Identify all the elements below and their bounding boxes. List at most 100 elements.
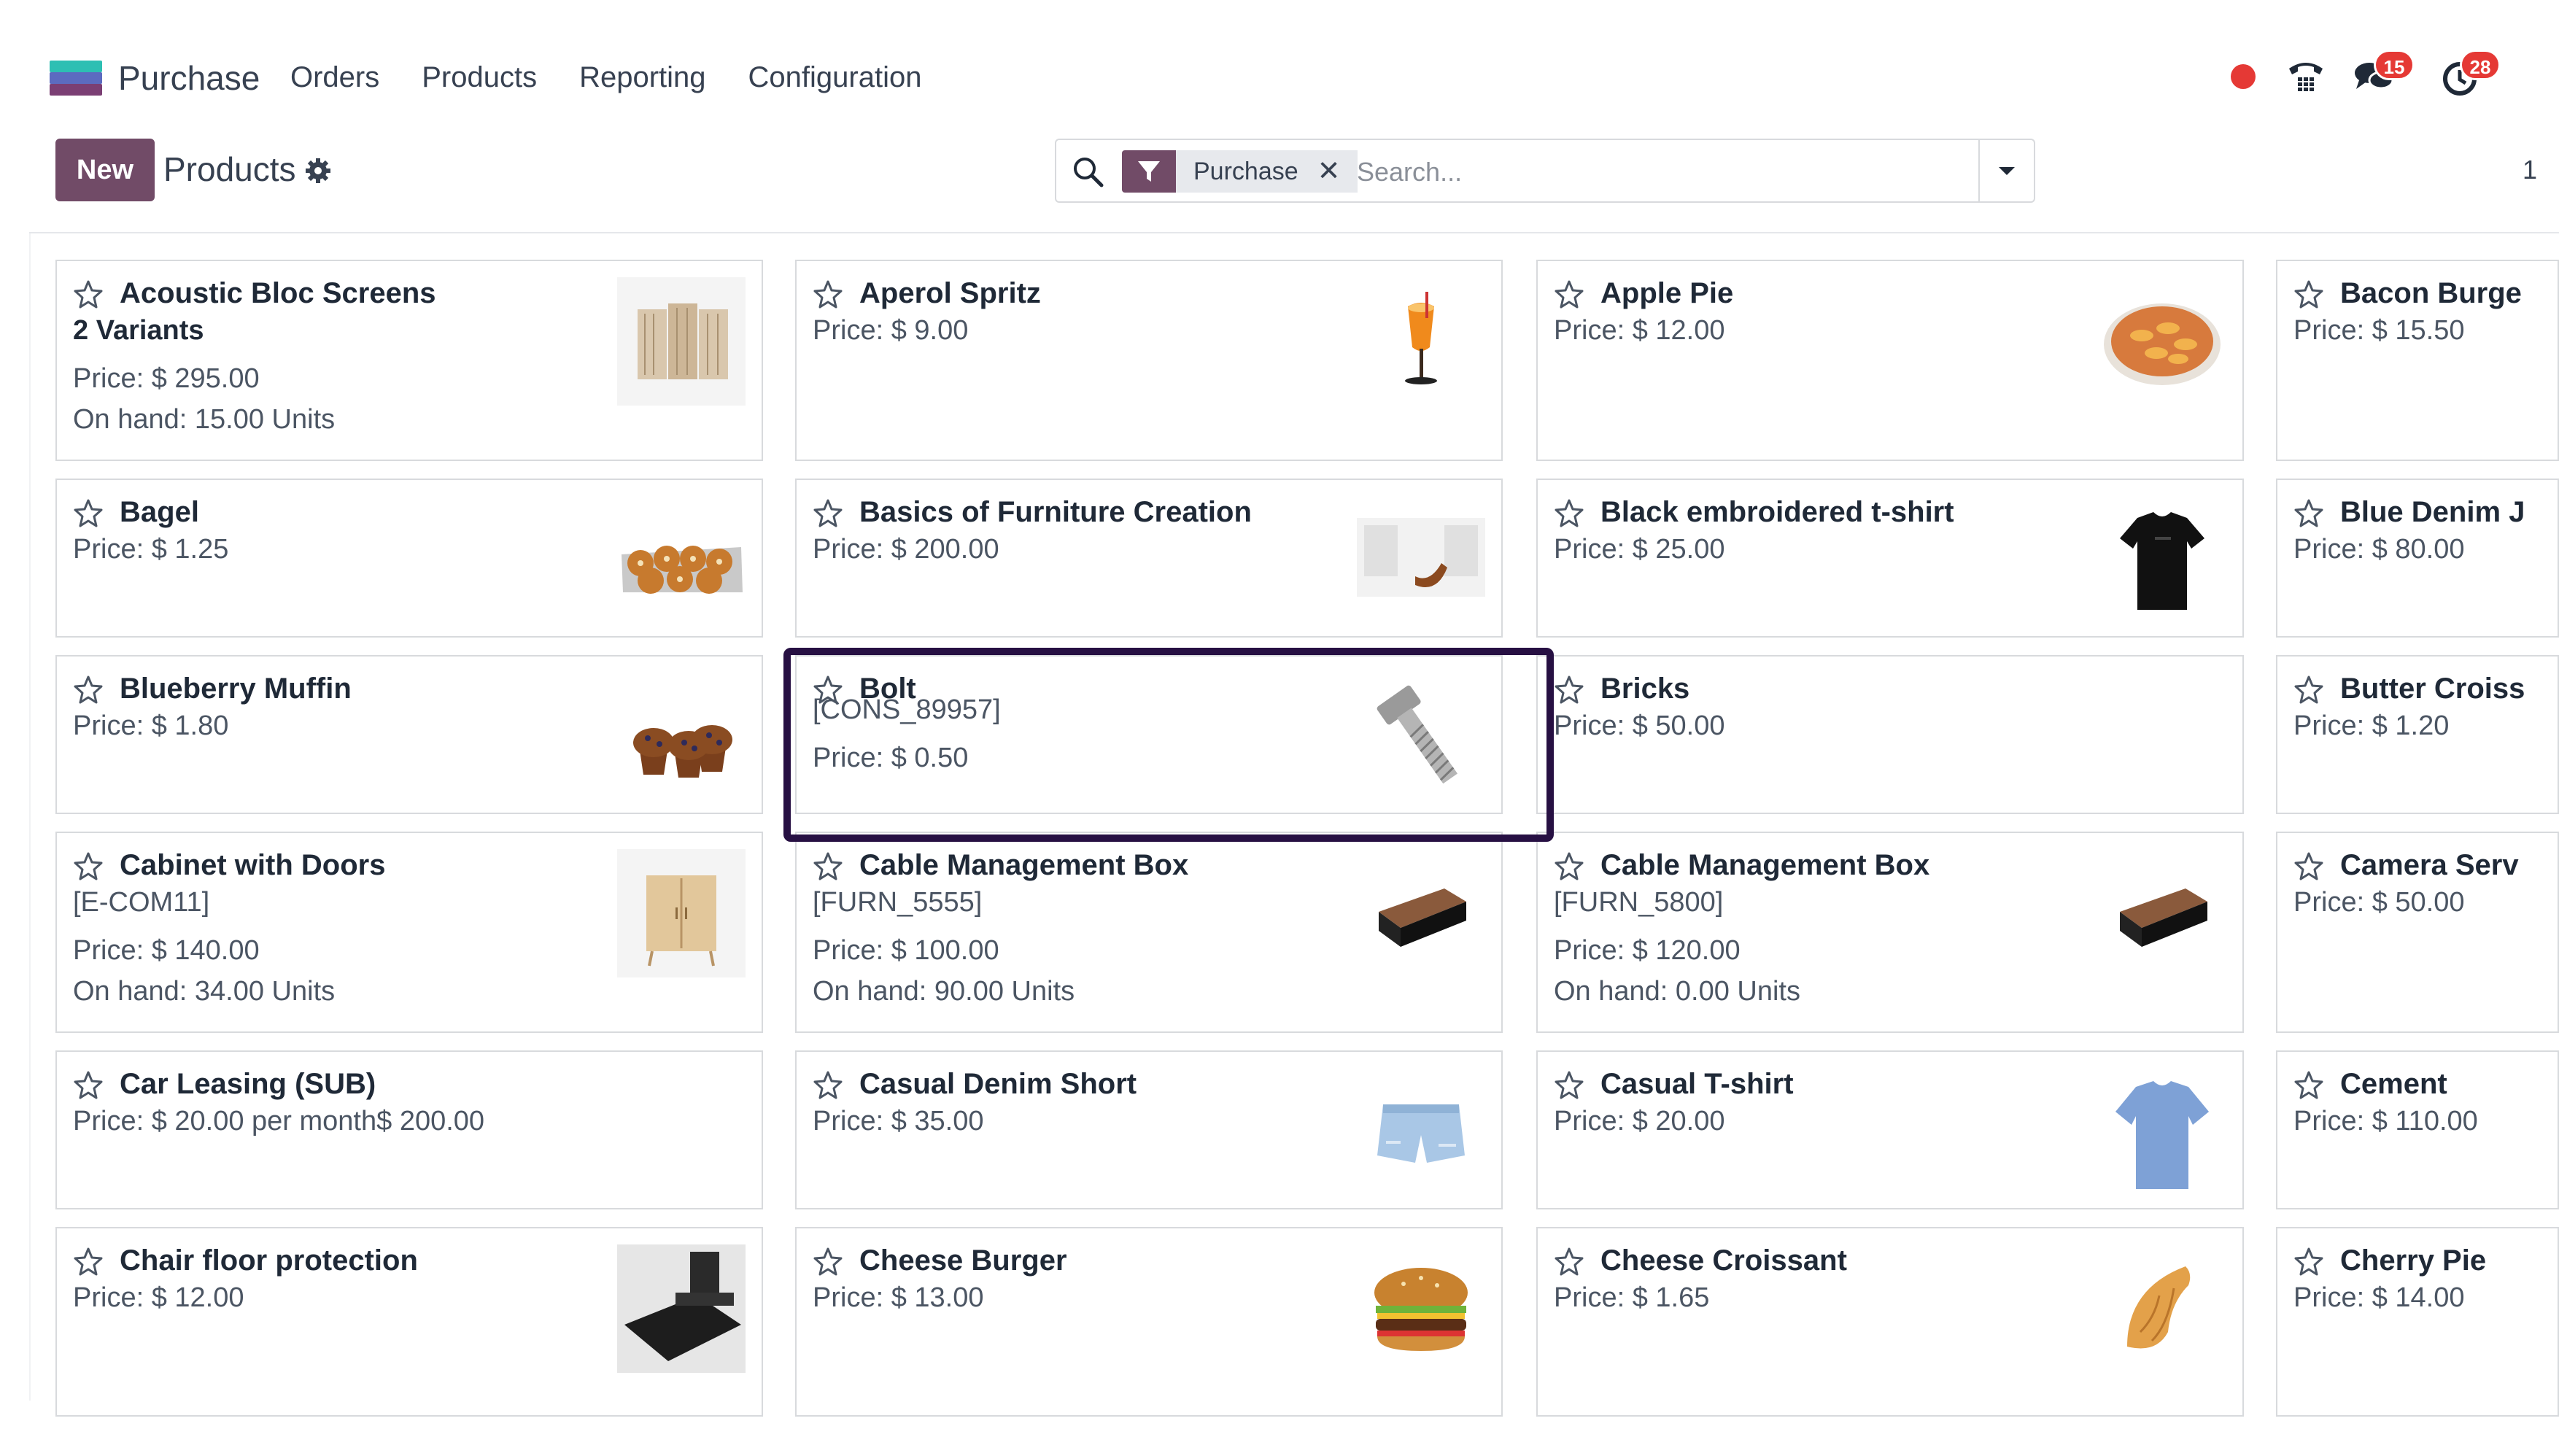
caret-down-icon — [1999, 167, 2015, 175]
product-name: Casual T-shirt — [1600, 1068, 1794, 1100]
product-card[interactable]: Chair floor protection Price: $ 12.00 — [55, 1227, 763, 1417]
selection-highlight — [783, 648, 1554, 842]
new-button[interactable]: New — [55, 139, 155, 201]
product-name: Bagel — [120, 496, 199, 528]
product-card[interactable]: Cherry Pie Price: $ 14.00 — [2276, 1227, 2559, 1417]
product-price: Price: $ 140.00 — [73, 935, 260, 966]
favorite-star-icon[interactable] — [73, 1246, 104, 1277]
favorite-star-icon[interactable] — [73, 851, 104, 881]
denim-short-image — [1377, 1104, 1465, 1163]
recording-indicator[interactable] — [2231, 64, 2256, 89]
search-icon[interactable] — [1071, 155, 1104, 188]
product-price: Price: $ 80.00 — [2293, 534, 2465, 565]
favorite-star-icon[interactable] — [2293, 279, 2324, 309]
product-price: Price: $ 12.00 — [1554, 315, 1725, 346]
product-card[interactable]: Aperol Spritz Price: $ 9.00 — [795, 260, 1503, 461]
favorite-star-icon[interactable] — [813, 1069, 843, 1100]
favorite-star-icon[interactable] — [73, 674, 104, 705]
favorite-star-icon[interactable] — [813, 497, 843, 528]
favorite-star-icon[interactable] — [813, 1246, 843, 1277]
product-name: Cherry Pie — [2340, 1244, 2487, 1277]
product-name: Blueberry Muffin — [120, 673, 352, 705]
page-title: Products — [163, 150, 296, 188]
product-card[interactable]: Apple Pie Price: $ 12.00 — [1536, 260, 2244, 461]
product-name: Apple Pie — [1600, 277, 1734, 309]
product-card[interactable]: Car Leasing (SUB) Price: $ 20.00 per mont… — [55, 1050, 763, 1209]
favorite-star-icon[interactable] — [73, 497, 104, 528]
product-name: Acoustic Bloc Screens — [120, 277, 436, 309]
product-card[interactable]: Cement Price: $ 110.00 — [2276, 1050, 2559, 1209]
blue-tshirt-image — [2115, 1081, 2209, 1189]
product-card[interactable]: Bagel Price: $ 1.25 — [55, 479, 763, 638]
product-price: Price: $ 200.00 — [813, 534, 999, 565]
product-card[interactable]: Cable Management Box [FURN_5555] Price: $ … — [795, 832, 1503, 1033]
menu-products[interactable]: Products — [422, 61, 537, 94]
menu-reporting[interactable]: Reporting — [579, 61, 705, 94]
product-card[interactable]: Cabinet with Doors [E-COM11] Price: $ 140.… — [55, 832, 763, 1033]
favorite-star-icon[interactable] — [813, 851, 843, 881]
cocktail-image — [1405, 292, 1437, 384]
favorite-star-icon[interactable] — [2293, 674, 2324, 705]
phone-icon[interactable] — [2286, 58, 2326, 95]
search-input[interactable] — [1357, 153, 1940, 191]
product-card[interactable]: Basics of Furniture Creation Price: $ 200… — [795, 479, 1503, 638]
product-price: Price: $ 12.00 — [73, 1282, 244, 1313]
product-card[interactable]: Cheese Croissant Price: $ 1.65 — [1536, 1227, 2244, 1417]
product-card[interactable]: Casual T-shirt Price: $ 20.00 — [1536, 1050, 2244, 1209]
activities-badge: 28 — [2460, 50, 2501, 80]
product-name: Chair floor protection — [120, 1244, 418, 1277]
product-name: Blue Denim J — [2340, 496, 2525, 528]
product-card[interactable]: Casual Denim Short Price: $ 35.00 — [795, 1050, 1503, 1209]
favorite-star-icon[interactable] — [1554, 497, 1584, 528]
product-card[interactable]: Camera Serv Price: $ 50.00 — [2276, 832, 2559, 1033]
product-card[interactable]: Blue Denim J Price: $ 80.00 — [2276, 479, 2559, 638]
product-card[interactable]: Bacon Burge Price: $ 15.50 — [2276, 260, 2559, 461]
menu-configuration[interactable]: Configuration — [748, 61, 922, 94]
favorite-star-icon[interactable] — [813, 279, 843, 309]
favorite-star-icon[interactable] — [1554, 674, 1584, 705]
facet-label: Purchase — [1193, 158, 1298, 185]
cabinet-image — [617, 849, 746, 977]
product-stock: On hand: 90.00 Units — [813, 976, 1075, 1007]
purchase-app-icon — [50, 59, 102, 97]
main-menu: Orders Products Reporting Configuration — [290, 61, 964, 94]
acoustic-screen-image — [617, 277, 746, 406]
favorite-star-icon[interactable] — [2293, 1246, 2324, 1277]
search-options-toggle[interactable] — [1978, 140, 2034, 201]
product-card[interactable]: Cheese Burger Price: $ 13.00 — [795, 1227, 1503, 1417]
menu-orders[interactable]: Orders — [290, 61, 379, 94]
favorite-star-icon[interactable] — [73, 279, 104, 309]
pager-value[interactable]: 1 — [2523, 155, 2537, 185]
product-price: Price: $ 20.00 per month$ 200.00 — [73, 1106, 485, 1136]
product-stock: On hand: 34.00 Units — [73, 976, 336, 1007]
filter-icon — [1122, 150, 1176, 193]
favorite-star-icon[interactable] — [2293, 1069, 2324, 1100]
pie-image — [2104, 303, 2221, 385]
product-price: Price: $ 1.65 — [1554, 1282, 1710, 1313]
product-name: Cheese Croissant — [1600, 1244, 1847, 1277]
favorite-star-icon[interactable] — [73, 1069, 104, 1100]
product-name: Basics of Furniture Creation — [859, 496, 1252, 528]
product-card[interactable]: Bricks Price: $ 50.00 — [1536, 655, 2244, 814]
content-edge — [29, 233, 31, 1401]
product-name: Cable Management Box — [1600, 849, 1930, 881]
product-price: Price: $ 50.00 — [1554, 710, 1725, 741]
favorite-star-icon[interactable] — [1554, 1069, 1584, 1100]
favorite-star-icon[interactable] — [1554, 851, 1584, 881]
app-brand[interactable]: Purchase — [50, 58, 260, 98]
favorite-star-icon[interactable] — [2293, 851, 2324, 881]
product-card[interactable]: Butter Croiss Price: $ 1.20 — [2276, 655, 2559, 814]
product-card[interactable]: Cable Management Box [FURN_5800] Price: $ … — [1536, 832, 2244, 1033]
product-variants: 2 Variants — [73, 315, 204, 346]
product-price: Price: $ 20.00 — [1554, 1106, 1725, 1136]
favorite-star-icon[interactable] — [1554, 279, 1584, 309]
gear-icon[interactable] — [305, 158, 331, 184]
burger-image — [1374, 1268, 1468, 1351]
favorite-star-icon[interactable] — [2293, 497, 2324, 528]
facet-remove-icon[interactable]: ✕ — [1317, 150, 1341, 193]
favorite-star-icon[interactable] — [1554, 1246, 1584, 1277]
product-card[interactable]: Blueberry Muffin Price: $ 1.80 — [55, 655, 763, 814]
product-name: Camera Serv — [2340, 849, 2519, 881]
product-card[interactable]: Black embroidered t-shirt Price: $ 25.00 — [1536, 479, 2244, 638]
product-card[interactable]: Acoustic Bloc Screens 2 Variants Price: $ … — [55, 260, 763, 461]
